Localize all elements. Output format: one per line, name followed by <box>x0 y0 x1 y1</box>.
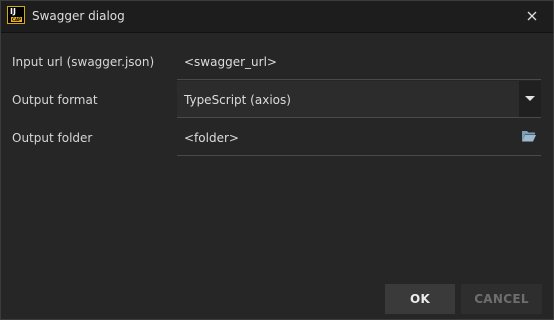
ok-button[interactable]: OK <box>385 284 455 314</box>
swagger-dialog: IJ CAP Swagger dialog Input url (swagger… <box>0 0 554 320</box>
app-logo-icon: IJ CAP <box>7 6 25 24</box>
close-icon <box>527 11 537 21</box>
dialog-title: Swagger dialog <box>32 9 125 23</box>
app-logo-text: IJ <box>10 7 16 16</box>
input-url-field[interactable]: <swagger_url> <box>177 43 541 80</box>
output-format-select[interactable]: TypeScript (axios) <box>177 81 541 118</box>
output-format-row: Output format TypeScript (axios) <box>1 81 553 119</box>
title-bar: IJ CAP Swagger dialog <box>1 1 553 33</box>
output-format-label: Output format <box>12 93 98 107</box>
input-url-row: Input url (swagger.json) <swagger_url> <box>1 43 553 81</box>
output-folder-label: Output folder <box>12 131 93 145</box>
cancel-button[interactable]: CANCEL <box>461 284 542 314</box>
output-format-value: TypeScript (axios) <box>184 93 291 107</box>
app-logo-subtext: CAP <box>11 17 22 22</box>
output-folder-field[interactable]: <folder> <box>177 119 541 156</box>
output-folder-row: Output folder <folder> <box>1 119 553 157</box>
close-button[interactable] <box>523 7 541 25</box>
input-url-value: <swagger_url> <box>184 55 277 69</box>
folder-open-icon[interactable] <box>521 129 537 143</box>
input-url-label: Input url (swagger.json) <box>12 55 155 69</box>
chevron-down-icon <box>525 96 535 101</box>
output-format-dropdown-button[interactable] <box>519 81 541 117</box>
output-folder-value: <folder> <box>184 131 239 145</box>
